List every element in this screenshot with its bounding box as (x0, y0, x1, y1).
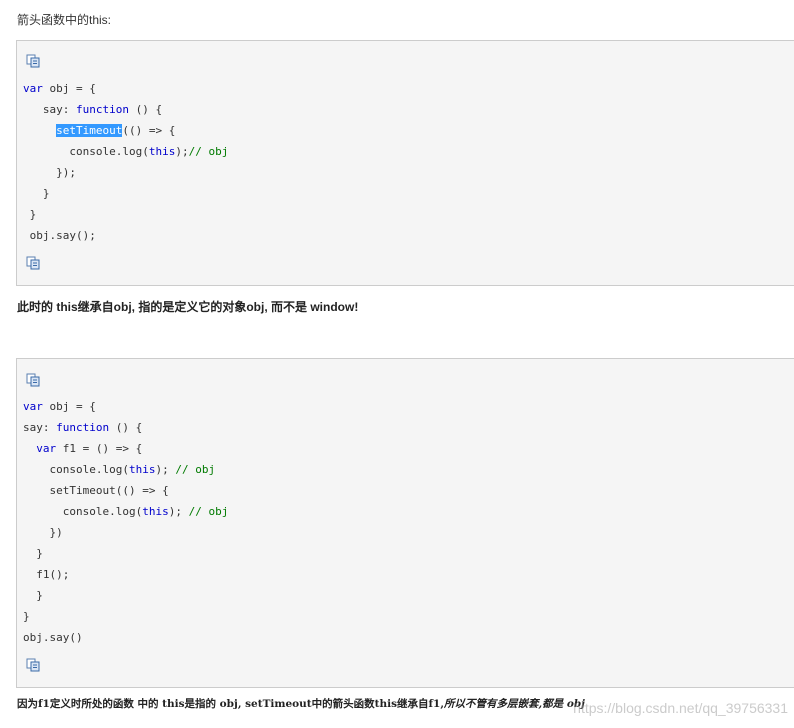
code-line: }); (23, 166, 76, 179)
code-line: var obj = { (23, 82, 96, 95)
code-line: setTimeout(() => { (56, 124, 176, 137)
code-line: say: function () { (23, 421, 143, 434)
copy-code-icon[interactable] (26, 54, 41, 68)
copy-code-icon[interactable] (26, 373, 41, 387)
code-line: var obj = { (23, 400, 96, 413)
code-line: obj.say() (23, 631, 83, 644)
watermark: https://blog.csdn.net/qq_39756331 (573, 700, 788, 716)
code-line: console.log(this);// obj (23, 145, 229, 158)
code-block-1: var obj = { say: function () { setTimeou… (16, 40, 794, 286)
code-text-2: var obj = { say: function () { var f1 = … (23, 396, 228, 648)
code-line: }) (23, 526, 63, 539)
code-line: console.log(this); // obj (23, 505, 229, 518)
copy-code-icon[interactable] (26, 658, 41, 672)
code-line: } (23, 589, 43, 602)
selected-text[interactable]: setTimeout (56, 124, 123, 137)
code-line: var f1 = () => { (36, 442, 143, 455)
code-line: console.log(this); // obj (23, 463, 216, 476)
code-line: f1(); (23, 568, 70, 581)
code-line: setTimeout(() => { (23, 484, 169, 497)
copy-code-icon[interactable] (26, 256, 41, 270)
code-line: } (23, 187, 50, 200)
code-line: obj.say(); (23, 229, 96, 242)
code-line: say: function () { (23, 103, 163, 116)
code-block-2: var obj = { say: function () { var f1 = … (16, 358, 794, 688)
explanation-1: 此时的 this继承自obj, 指的是定义它的对象obj, 而不是 window… (17, 300, 359, 314)
code-line: } (23, 610, 30, 623)
code-line: } (23, 208, 37, 221)
intro-text: 箭头函数中的this: (17, 13, 112, 27)
code-line: } (23, 547, 43, 560)
code-text-1: var obj = { say: function () { setTimeou… (23, 78, 228, 246)
explanation-2: 因为f1定义时所处的函数 中的 this是指的 obj, setTimeout中… (17, 698, 585, 710)
